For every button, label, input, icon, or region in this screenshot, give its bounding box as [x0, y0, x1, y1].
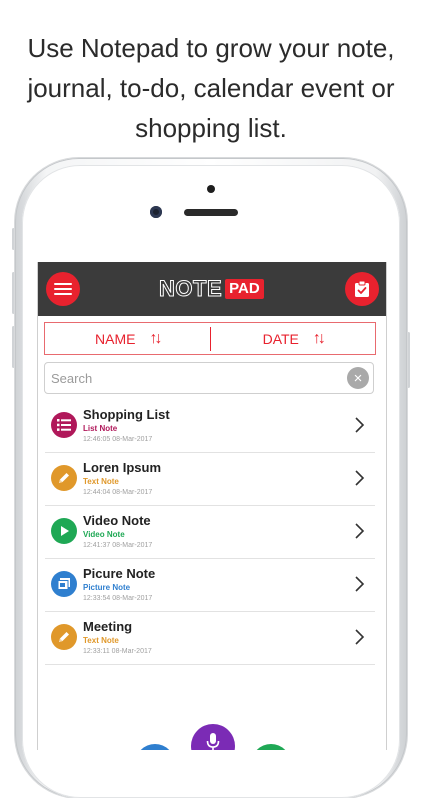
sort-by-name[interactable]: NAME ↑↓ [45, 323, 210, 354]
chevron-right-icon [355, 417, 365, 433]
note-type: Video Note [83, 530, 125, 539]
note-title: Meeting [83, 619, 133, 634]
headline-line-2: journal, to-do, calendar event or [27, 73, 395, 103]
list-item[interactable]: Picure Note Picture Note 12:33:54 08-Mar… [45, 559, 375, 612]
note-type: Text Note [83, 477, 119, 486]
microphone-icon [206, 733, 220, 750]
app-logo: NOTE PAD [158, 276, 264, 301]
sort-bar: NAME ↑↓ DATE ↑↓ [44, 322, 376, 355]
chevron-right-icon [355, 470, 365, 486]
picture-icon [51, 571, 77, 597]
hamburger-icon [54, 283, 72, 295]
list-item[interactable]: Loren Ipsum Text Note 12:44:04 08-Mar-20… [45, 453, 375, 506]
sort-arrows-icon: ↑↓ [312, 329, 326, 347]
list-item[interactable]: Shopping List List Note 12:46:05 08-Mar-… [45, 400, 375, 453]
note-timestamp: 12:46:05 08-Mar-2017 [83, 436, 153, 443]
note-type: Picture Note [83, 583, 131, 592]
chevron-right-icon [355, 576, 365, 592]
note-timestamp: 12:33:54 08-Mar-2017 [83, 595, 153, 602]
clear-search-icon[interactable]: × [347, 367, 369, 389]
sort-by-date[interactable]: DATE ↑↓ [211, 323, 376, 354]
note-title: Shopping List [83, 407, 170, 422]
note-type: List Note [83, 424, 118, 433]
phone-power-button [407, 332, 410, 388]
note-timestamp: 12:41:37 08-Mar-2017 [83, 542, 153, 549]
pencil-icon [51, 624, 77, 650]
pencil-icon [51, 465, 77, 491]
promo-headline: Use Notepad to grow your note, journal, … [0, 28, 422, 148]
search-box: × [44, 362, 374, 394]
play-icon [51, 518, 77, 544]
headline-line-3: shopping list. [135, 113, 287, 143]
logo-pad-badge: PAD [225, 279, 264, 299]
note-title: Picure Note [83, 566, 156, 581]
menu-button[interactable] [46, 272, 80, 306]
list-icon [51, 412, 77, 438]
chevron-right-icon [355, 523, 365, 539]
note-timestamp: 12:33:11 08-Mar-2017 [83, 648, 152, 655]
app-header: NOTE PAD [38, 262, 386, 316]
chevron-right-icon [355, 629, 365, 645]
front-camera [150, 206, 162, 218]
list-item[interactable]: Video Note Video Note 12:41:37 08-Mar-20… [45, 506, 375, 559]
proximity-sensor [207, 185, 215, 193]
notes-list: Shopping List List Note 12:46:05 08-Mar-… [45, 400, 375, 665]
add-voice-note-button[interactable] [191, 724, 235, 750]
app-screen: NOTE PAD NAME ↑↓ DATE ↑↓ × [37, 262, 387, 750]
clipboard-check-icon [355, 280, 369, 297]
sort-name-label: NAME [95, 330, 136, 347]
logo-note-text: NOTE [158, 276, 223, 301]
sort-date-label: DATE [262, 330, 299, 347]
list-item[interactable]: Meeting Text Note 12:33:11 08-Mar-2017 [45, 612, 375, 665]
search-input[interactable] [51, 363, 341, 393]
add-picture-note-button[interactable] [135, 744, 175, 750]
note-type: Text Note [83, 636, 119, 645]
sort-arrows-icon: ↑↓ [149, 329, 162, 347]
add-video-note-button[interactable] [251, 744, 291, 750]
note-title: Video Note [83, 513, 151, 528]
note-title: Loren Ipsum [83, 460, 162, 475]
note-timestamp: 12:44:04 08-Mar-2017 [83, 489, 153, 496]
headline-line-1: Use Notepad to grow your note, [27, 33, 395, 63]
earpiece-speaker [184, 209, 238, 216]
clipboard-button[interactable] [345, 272, 379, 306]
